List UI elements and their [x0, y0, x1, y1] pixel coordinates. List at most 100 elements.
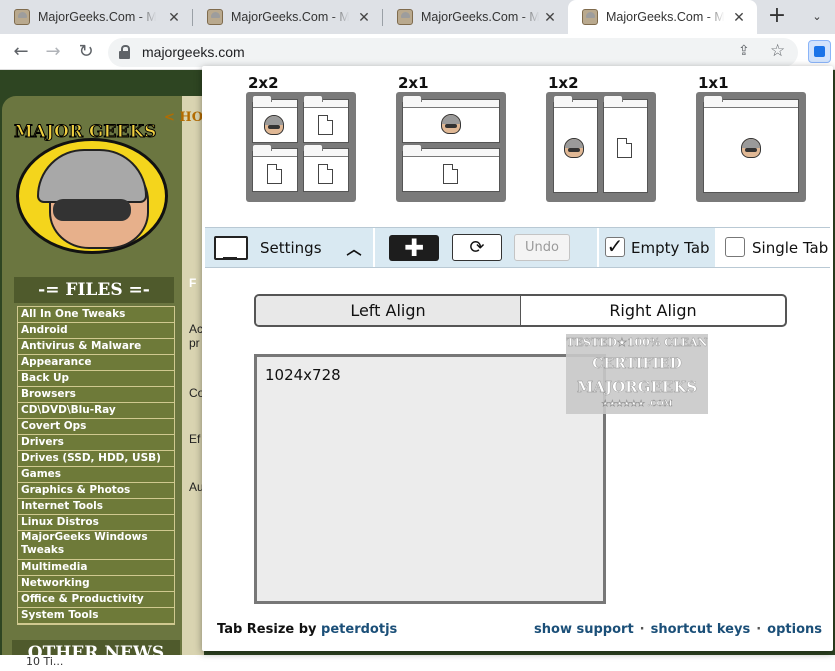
alignment-toggle: Left Align Right Align: [254, 294, 787, 327]
layout-preview[interactable]: [396, 92, 506, 202]
monitor-icon[interactable]: [214, 236, 248, 262]
settings-label[interactable]: Settings: [260, 239, 322, 257]
lock-icon[interactable]: [119, 45, 130, 59]
pane: [303, 95, 349, 143]
pane: [252, 144, 298, 192]
files-list-item[interactable]: CD\DVD\Blu-Ray: [18, 403, 174, 419]
browser-tab[interactable]: MajorGeeks.Com - MajorGeeks ✕: [0, 0, 192, 34]
resolution-preview: 1024x728: [254, 354, 606, 604]
geek-icon: [564, 138, 584, 158]
files-list-item[interactable]: Drives (SSD, HDD, USB): [18, 451, 174, 467]
layout-preview[interactable]: [696, 92, 806, 202]
files-list-item[interactable]: Linux Distros: [18, 515, 174, 531]
layout-preview[interactable]: [546, 92, 656, 202]
add-layout-button[interactable]: ✚: [389, 235, 439, 261]
files-list-item[interactable]: Covert Ops: [18, 419, 174, 435]
close-icon[interactable]: ✕: [542, 9, 558, 25]
files-list-item[interactable]: Graphics & Photos: [18, 483, 174, 499]
layout-label: 1x1: [698, 74, 729, 92]
files-list-item[interactable]: Multimedia: [18, 560, 174, 576]
layout-label: 2x1: [398, 74, 429, 92]
browser-tab[interactable]: MajorGeeks.Com - MajorGeeks ✕: [193, 0, 382, 34]
layout-1x1[interactable]: 1x1: [696, 74, 816, 202]
url-text[interactable]: majorgeeks.com: [142, 44, 245, 60]
divider: [373, 228, 375, 267]
browser-tab[interactable]: MajorGeeks.Com - MajorGeeks ✕: [383, 0, 568, 34]
shortcut-keys-link[interactable]: shortcut keys: [651, 622, 751, 637]
page-bottom-fragment: 10 Ti...: [0, 655, 835, 671]
files-list-item[interactable]: Antivirus & Malware: [18, 339, 174, 355]
chevron-up-icon[interactable]: ︿: [344, 241, 364, 257]
reload-icon[interactable]: ↻: [74, 40, 98, 64]
pane: [303, 144, 349, 192]
layout-preview[interactable]: [246, 92, 356, 202]
browser-toolbar: ← → ↻ majorgeeks.com ⇪ ☆: [0, 34, 835, 70]
files-list-item[interactable]: Android: [18, 323, 174, 339]
files-list-item[interactable]: System Tools: [18, 608, 174, 624]
plus-icon[interactable]: +: [763, 4, 791, 30]
close-icon[interactable]: ✕: [166, 9, 182, 25]
document-icon: [617, 138, 632, 158]
undo-button[interactable]: Undo: [514, 234, 570, 261]
layout-1x2[interactable]: 1x2: [546, 74, 666, 202]
address-bar[interactable]: majorgeeks.com ⇪ ☆: [108, 38, 798, 67]
author-link[interactable]: peterdotjs: [321, 622, 397, 637]
credit: Tab Resize by peterdotjs: [217, 622, 397, 637]
pane: [402, 144, 500, 192]
files-list-item[interactable]: Office & Productivity: [18, 592, 174, 608]
files-list-item[interactable]: Networking: [18, 576, 174, 592]
files-list-item[interactable]: Games: [18, 467, 174, 483]
footer-links: show support · shortcut keys · options: [534, 622, 822, 637]
tab-title: MajorGeeks.Com - MajorGeeks: [231, 10, 349, 24]
forward-arrow-icon[interactable]: →: [41, 40, 65, 64]
files-list-item[interactable]: Drivers: [18, 435, 174, 451]
left-align-button[interactable]: Left Align: [256, 296, 521, 325]
files-list-item[interactable]: Back Up: [18, 371, 174, 387]
close-icon[interactable]: ✕: [731, 9, 747, 25]
geek-icon: [264, 115, 284, 135]
controls-bar: Settings ︿ ✚ ⟳ Undo ✓ Empty Tab Single T…: [205, 227, 830, 268]
fragment-text: Ac: [189, 322, 204, 336]
reset-button[interactable]: ⟳: [452, 234, 502, 261]
geek-icon: [741, 138, 761, 158]
pane: [402, 95, 500, 143]
back-arrow-icon[interactable]: ←: [9, 40, 33, 64]
files-list-item[interactable]: Appearance: [18, 355, 174, 371]
layout-2x2[interactable]: 2x2: [246, 74, 366, 202]
badge-line: CERTIFIED: [592, 356, 682, 372]
files-list-item[interactable]: Internet Tools: [18, 499, 174, 515]
options-link[interactable]: options: [767, 622, 822, 637]
right-align-button[interactable]: Right Align: [521, 296, 785, 325]
majorgeeks-favicon-icon: [397, 9, 413, 25]
single-tab-checkbox[interactable]: [725, 237, 745, 257]
pane: [603, 95, 648, 193]
pane: [252, 95, 298, 143]
majorgeeks-favicon-icon: [582, 9, 598, 25]
majorgeeks-certified-badge: TESTED★100% CLEAN CERTIFIED MAJORGEEKS ★…: [566, 334, 708, 414]
logo-helmet: [37, 149, 147, 203]
share-icon[interactable]: ⇪: [738, 43, 750, 59]
logo-text: MAJOR GEEKS: [13, 122, 157, 143]
logo-circle: [16, 138, 168, 254]
files-list-item[interactable]: MajorGeeks Windows Tweaks: [18, 531, 174, 560]
files-list-item[interactable]: All In One Tweaks: [18, 307, 174, 323]
single-tab-option: Single Tab: [715, 228, 830, 267]
tab-resize-extension-icon[interactable]: [808, 40, 831, 63]
close-icon[interactable]: ✕: [356, 9, 372, 25]
credit-prefix: Tab Resize by: [217, 622, 317, 637]
refresh-icon: ⟳: [469, 237, 485, 258]
layout-2x1[interactable]: 2x1: [396, 74, 516, 202]
files-list-item[interactable]: Browsers: [18, 387, 174, 403]
majorgeeks-logo[interactable]: MAJOR GEEKS: [12, 116, 172, 256]
chevron-down-icon[interactable]: ⌄: [805, 5, 829, 29]
star-icon[interactable]: ☆: [770, 41, 785, 61]
tab-title: MajorGeeks.Com - MajorGeeks: [421, 10, 539, 24]
geek-icon: [441, 114, 461, 134]
tab-title: MajorGeeks.Com - MajorGeeks: [38, 10, 156, 24]
show-support-link[interactable]: show support: [534, 622, 634, 637]
badge-line: MAJORGEEKS: [576, 378, 698, 396]
browser-tab-active[interactable]: MajorGeeks.Com - MajorGeeks ✕: [568, 0, 757, 34]
empty-tab-checkbox[interactable]: ✓: [605, 236, 625, 257]
divider: [597, 228, 599, 267]
tab-title: MajorGeeks.Com - MajorGeeks: [606, 10, 724, 24]
